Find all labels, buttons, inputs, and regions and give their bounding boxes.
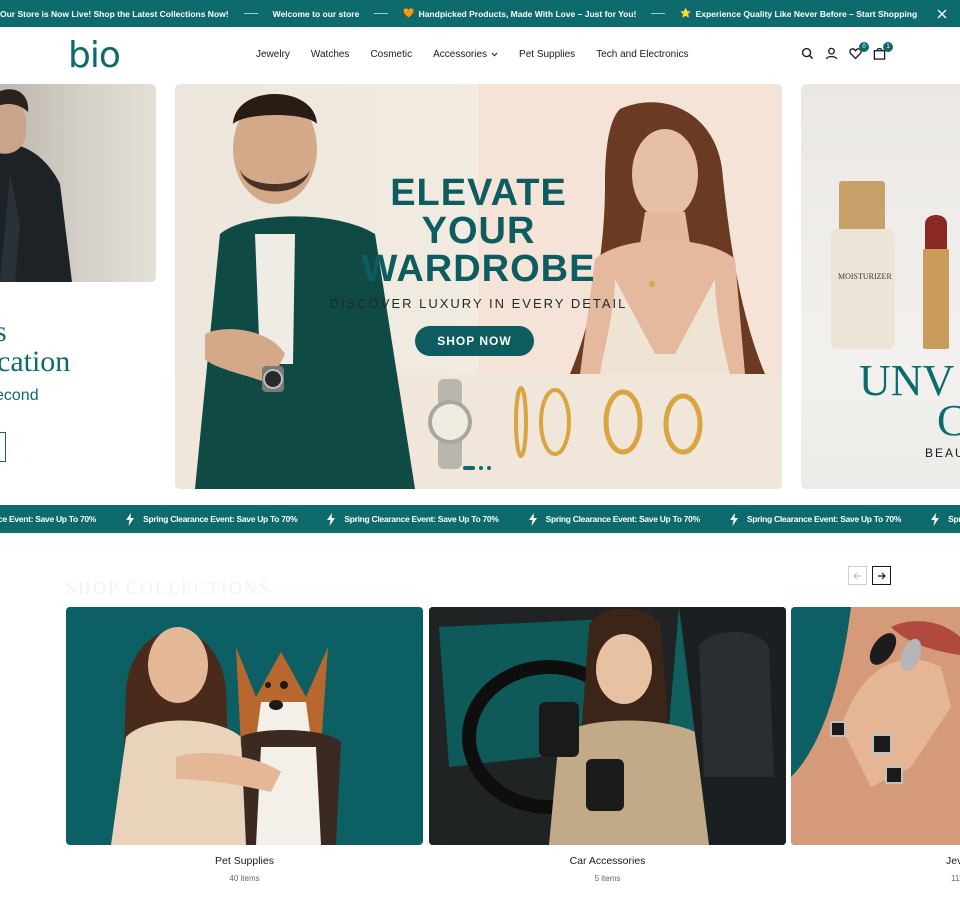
promo-item: Spring Clearance Event: Save Up To 70% — [930, 512, 960, 526]
collection-card-pet-supplies[interactable] — [66, 607, 423, 845]
slider-dot-3[interactable] — [487, 466, 491, 470]
logo[interactable]: bio — [68, 36, 121, 76]
arrow-right-icon — [878, 572, 886, 579]
nav-item-tech-and-electronics[interactable]: Tech and Electronics — [596, 49, 688, 60]
lightning-icon — [729, 512, 738, 526]
cart-button[interactable]: 1 — [873, 42, 893, 61]
announcement-text: Our Store is Now Live! Shop the Latest C… — [0, 8, 229, 19]
announcement-text: Experience Quality Like Never Before – S… — [695, 8, 918, 19]
promo-text: Spring Clearance Event: Save Up To 70% — [344, 514, 499, 524]
hero-title-line: ELEVATE — [390, 172, 567, 214]
collections-title: SHOP COLLECTIONS — [66, 578, 271, 598]
hero-title: ELEVATE YOUR WARDROBE — [175, 174, 782, 288]
hero-subtitle: DISCOVER LUXURY IN EVERY DETAIL — [329, 296, 628, 311]
announcement-bar: Our Store is Now Live! Shop the Latest C… — [0, 0, 960, 27]
star-icon: ⭐ — [680, 8, 692, 18]
announcement-message: 🧡 Handpicked Products, Made With Love – J… — [403, 8, 636, 19]
nav-item-pet-supplies[interactable]: Pet Supplies — [519, 49, 575, 60]
nav-item-accessories[interactable]: Accessories — [433, 49, 498, 60]
heart-icon: 🧡 — [403, 8, 415, 18]
collection-name[interactable]: Jev — [946, 855, 960, 867]
collection-count: 111 — [951, 874, 960, 883]
close-announcement-button[interactable] — [924, 0, 960, 27]
account-button[interactable] — [825, 47, 839, 61]
collection-count: 5 items — [594, 874, 621, 883]
promo-item: Spring Clearance Event: Save Up To 70% — [125, 512, 298, 526]
promo-item: Spring Clearance Event: Save Up To 70% — [729, 512, 902, 526]
collection-name[interactable]: Car Accessories — [429, 855, 786, 867]
announcement-separator — [243, 13, 258, 14]
promo-text: Clearance Event: Save Up To 70% — [0, 514, 97, 524]
collections-prev-button[interactable] — [848, 566, 867, 585]
announcement-message: Welcome to our store — [273, 9, 360, 19]
wishlist-button[interactable]: 0 — [849, 42, 869, 61]
close-icon — [937, 9, 947, 18]
wishlist-count-badge: 0 — [859, 42, 869, 52]
moisturizer-label: MOISTURIZER — [838, 272, 892, 281]
cart-count-badge: 1 — [883, 42, 893, 52]
pet-supplies-image — [111, 627, 341, 845]
lightning-icon — [327, 512, 336, 526]
user-icon — [825, 47, 838, 60]
nav-item-jewelry[interactable]: Jewelry — [256, 49, 290, 60]
car-accessories-image — [429, 607, 786, 845]
prev-slide-title-2: cation — [0, 345, 71, 378]
announcement-separator — [374, 13, 389, 14]
promo-ribbon-track: Clearance Event: Save Up To 70% Spring Cl… — [0, 505, 960, 533]
search-icon — [801, 47, 814, 60]
promo-item: Clearance Event: Save Up To 70% — [0, 514, 96, 524]
nav-item-label: Tech and Electronics — [596, 49, 689, 60]
hero-slide-next[interactable]: MOISTURIZER UNV C BEAU — [801, 84, 960, 489]
collection-name[interactable]: Pet Supplies — [66, 855, 423, 867]
promo-text: Spring Clearance Event: Save Up To 70% — [143, 514, 298, 524]
promo-ribbon: Clearance Event: Save Up To 70% Spring Cl… — [0, 505, 960, 533]
header-icons: 0 1 — [801, 42, 893, 61]
prev-slide-subtitle: econd — [0, 387, 39, 404]
announcement-separator — [651, 13, 666, 14]
next-slide-title-2: C — [937, 396, 960, 445]
nav-item-label: Accessories — [433, 49, 488, 60]
slider-dot-1[interactable] — [463, 466, 475, 470]
nav-item-label: Cosmetic — [370, 49, 413, 60]
collection-card-jewelry[interactable] — [791, 607, 960, 845]
chevron-down-icon — [491, 52, 498, 57]
site-header: bio Jewelry Watches Cosmetic Accessories Pet… — [0, 27, 960, 84]
shop-now-button[interactable]: SHOP NOW — [415, 326, 534, 356]
promo-item: Spring Clearance Event: Save Up To 70% — [326, 512, 499, 526]
announcement-text: Welcome to our store — [272, 8, 360, 19]
collection-card-car-accessories[interactable] — [429, 607, 786, 845]
prev-slide-button-edge — [0, 432, 6, 462]
main-nav: Jewelry Watches Cosmetic Accessories Pet Sup… — [256, 49, 688, 60]
next-slide-subtitle: BEAU — [925, 446, 960, 460]
promo-text: Spring Clearance Event: Save Up To 70% — [545, 514, 701, 524]
promo-text: Spring Clearance Event: Save Up To 70% — [948, 514, 960, 524]
search-button[interactable] — [801, 47, 815, 61]
promo-text: Spring Clearance Event: Save Up To 70% — [746, 514, 902, 524]
hero-title-line: WARDROBE — [361, 248, 596, 290]
nav-item-watches[interactable]: Watches — [311, 49, 350, 60]
announcement-track: Our Store is Now Live! Shop the Latest C… — [0, 0, 917, 27]
prev-slide-title-1: s — [0, 315, 7, 348]
collections-next-button[interactable] — [872, 566, 891, 585]
nav-item-label: Pet Supplies — [519, 49, 576, 60]
nav-item-label: Watches — [310, 49, 350, 60]
jewelry-image — [791, 607, 960, 845]
lightning-icon — [931, 512, 940, 526]
slider-dot-2[interactable] — [479, 466, 483, 470]
announcement-message: ⭐ Experience Quality Like Never Before – … — [680, 8, 917, 19]
arrow-left-icon — [853, 572, 861, 579]
nav-item-cosmetic[interactable]: Cosmetic — [370, 49, 412, 60]
announcement-text: Handpicked Products, Made With Love – Ju… — [418, 8, 637, 19]
lightning-icon — [126, 512, 135, 526]
announcement-message: Our Store is Now Live! Shop the Latest C… — [0, 9, 229, 19]
hero-slide-current[interactable]: ELEVATE YOUR WARDROBE DISCOVER LUXURY IN E… — [175, 84, 782, 489]
hero-title-line: YOUR — [421, 210, 536, 252]
man-portrait-image — [0, 89, 72, 282]
hero-slide-previous[interactable] — [0, 84, 156, 282]
collection-count: 40 items — [229, 874, 260, 883]
lightning-icon — [528, 512, 537, 526]
promo-item: Spring Clearance Event: Save Up To 70% — [528, 512, 701, 526]
slider-dots — [463, 466, 491, 470]
nav-item-label: Jewelry — [256, 49, 290, 60]
